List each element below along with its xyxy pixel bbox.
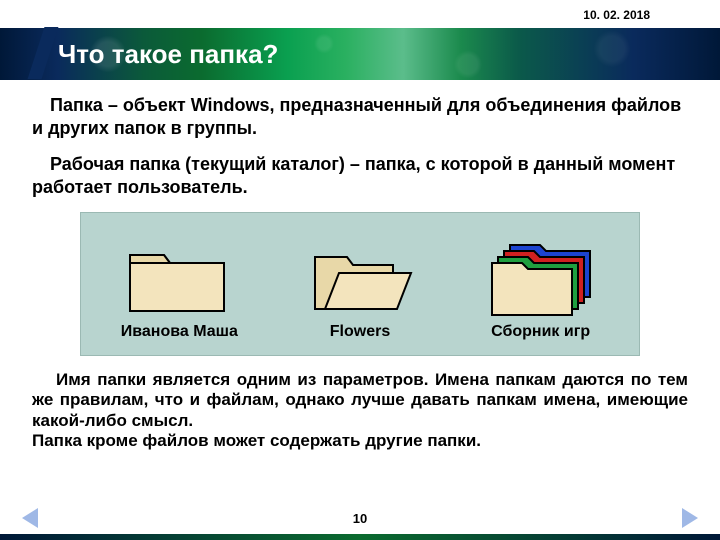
- paragraph-2: Рабочая папка (текущий каталог) – папка,…: [32, 153, 688, 198]
- folder-label-2: Flowers: [330, 323, 390, 341]
- next-arrow-icon[interactable]: [682, 508, 698, 528]
- header-band: Что такое папка?: [0, 28, 720, 80]
- page-number: 10: [0, 511, 720, 526]
- prev-arrow-icon[interactable]: [22, 508, 38, 528]
- slide-date: 10. 02. 2018: [583, 8, 650, 22]
- paragraph-3: Имя папки является одним из параметров. …: [32, 370, 688, 431]
- slide-content: Папка – объект Windows, предназначенный …: [32, 94, 688, 452]
- def-1: – объект Windows, предназначенный для об…: [32, 95, 681, 138]
- folder-stack-icon: [486, 237, 596, 317]
- folder-closed-icon: [124, 237, 234, 317]
- bottom-accent-bar: [0, 534, 720, 540]
- term-2: Рабочая папка (текущий каталог): [50, 154, 345, 174]
- folder-open-icon: [305, 237, 415, 317]
- term-1: Папка: [50, 95, 103, 115]
- folder-item-open: Flowers: [280, 237, 440, 341]
- folder-item-closed: Иванова Маша: [99, 237, 259, 341]
- folder-label-1: Иванова Маша: [121, 323, 238, 341]
- folder-item-stack: Сборник игр: [461, 237, 621, 341]
- slide-title: Что такое папка?: [58, 39, 278, 70]
- paragraph-4: Папка кроме файлов может содержать други…: [32, 431, 688, 451]
- paragraph-1: Папка – объект Windows, предназначенный …: [32, 94, 688, 139]
- folder-label-3: Сборник игр: [491, 323, 590, 341]
- folder-panel: Иванова Маша Flowers Сборник игр: [80, 212, 640, 356]
